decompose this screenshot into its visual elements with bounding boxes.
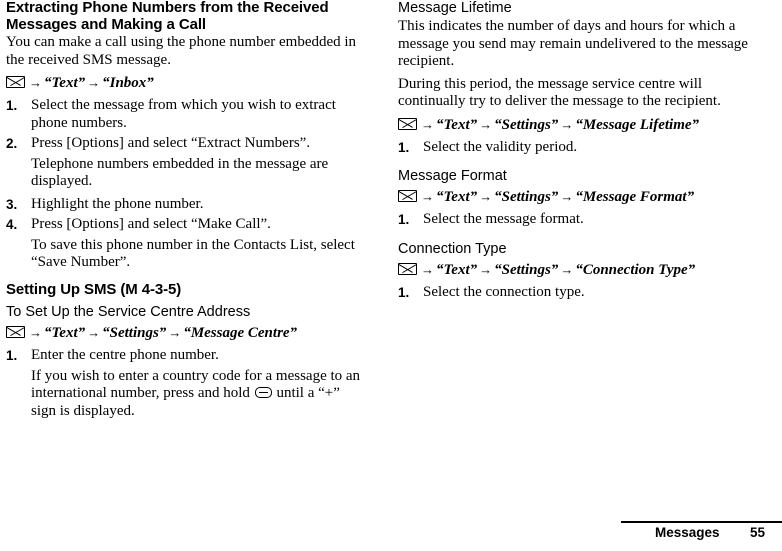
step-number: 1. <box>6 348 18 363</box>
step-number: 2. <box>6 136 18 151</box>
left-subheading-service-centre: To Set Up the Service Centre Address <box>6 304 251 320</box>
nav-path-connection-type: → “Text” → “Settings” → “Connection Type” <box>398 261 760 279</box>
right-heading-message-format: Message Format <box>398 168 507 184</box>
nav-item: “Settings” <box>494 189 559 205</box>
footer-page-number: 55 <box>750 525 766 540</box>
nav-path-inbox: → “Text” → “Inbox” <box>6 74 368 92</box>
nav-path-message-lifetime: → “Text” → “Settings” → “Message Lifetime” <box>398 116 760 134</box>
list-item: 1. Select the message from which you wis… <box>6 97 368 132</box>
step-text: Select the message format. <box>423 211 584 227</box>
nav-item: “Connection Type” <box>575 261 696 278</box>
right-heading-connection-type: Connection Type <box>398 240 507 257</box>
step-text: Select the connection type. <box>423 283 585 300</box>
footer-divider <box>621 521 782 523</box>
left-steps-list-2: 3. Highlight the phone number. 4. Press … <box>6 196 368 234</box>
envelope-icon <box>398 190 417 202</box>
left-steps-list-1: 1. Select the message from which you wis… <box>6 97 368 153</box>
envelope-icon <box>398 262 417 275</box>
list-item: 2. Press [Options] and select “Extract N… <box>6 135 368 153</box>
note-country-code: If you wish to enter a country code for … <box>6 368 368 421</box>
step-number: 1. <box>398 139 410 155</box>
nav-item: “Text” <box>44 75 86 91</box>
right-steps-list-3: 1. Select the connection type. <box>398 284 760 302</box>
left-intro-paragraph: You can make a call using the phone numb… <box>6 34 357 68</box>
envelope-icon <box>6 326 25 338</box>
step-number: 4. <box>6 217 18 232</box>
step-text: Select the validity period. <box>423 138 578 155</box>
nav-item: “Message Lifetime” <box>575 116 700 133</box>
step-text: Enter the centre phone number. <box>31 347 219 363</box>
nav-item: “Text” <box>436 261 478 278</box>
footer-chapter-label: Messages <box>655 525 720 540</box>
manual-page: Extracting Phone Numbers from the Receiv… <box>0 0 782 551</box>
note-save-number: To save this phone number in the Contact… <box>31 236 355 271</box>
envelope-icon <box>6 76 25 88</box>
page-footer: Messages 55 <box>0 521 782 551</box>
envelope-icon <box>398 117 417 130</box>
step-number: 1. <box>398 212 410 227</box>
section2-title: Setting Up SMS <box>6 280 117 298</box>
list-item: 1. Select the connection type. <box>398 284 760 302</box>
list-item: 3. Highlight the phone number. <box>6 196 368 214</box>
nav-item: “Inbox” <box>102 75 154 91</box>
left-section-heading: Extracting Phone Numbers from the Receiv… <box>6 0 329 33</box>
asterisk-key-icon <box>254 387 272 398</box>
step-text: Press [Options] and select “Make Call”. <box>31 216 271 232</box>
right-heading-message-lifetime: Message Lifetime <box>398 0 512 16</box>
nav-path-message-format: → “Text” → “Settings” → “Message Format” <box>398 188 760 206</box>
section2-menu-code: (M 4-3-5) <box>120 280 182 298</box>
nav-path-message-centre: → “Text” → “Settings” → “Message Centre” <box>6 324 368 342</box>
right-steps-list-2: 1. Select the message format. <box>398 211 760 229</box>
step-text: Highlight the phone number. <box>31 195 204 212</box>
nav-item: “Settings” <box>494 261 559 278</box>
note-extract-numbers: Telephone numbers embedded in the messag… <box>31 155 329 190</box>
nav-item: “Message Centre” <box>183 325 298 341</box>
step-number: 1. <box>6 98 18 113</box>
nav-item: “Text” <box>44 325 86 341</box>
left-section2-heading: Setting Up SMS (M 4-3-5) <box>6 280 368 299</box>
nav-item: “Text” <box>436 189 478 205</box>
step-number: 3. <box>6 196 18 212</box>
left-column: Extracting Phone Numbers from the Receiv… <box>6 0 368 425</box>
list-item: 4. Press [Options] and select “Make Call… <box>6 216 368 234</box>
right-steps-list-1: 1. Select the validity period. <box>398 139 760 157</box>
step-text: Press [Options] and select “Extract Numb… <box>31 135 311 151</box>
step-number: 1. <box>398 284 410 300</box>
list-item: 1. Select the message format. <box>398 211 760 229</box>
nav-item: “Text” <box>436 116 478 133</box>
right-paragraph-1: This indicates the number of days and ho… <box>398 18 748 69</box>
right-paragraph-2: During this period, the message service … <box>398 75 721 110</box>
list-item: 1. Select the validity period. <box>398 139 760 157</box>
step-text: Select the message from which you wish t… <box>31 97 336 131</box>
nav-item: “Settings” <box>102 325 167 341</box>
nav-item: “Message Format” <box>575 189 695 205</box>
right-column: Message Lifetime This indicates the numb… <box>398 0 760 304</box>
nav-item: “Settings” <box>494 116 559 133</box>
list-item: 1. Enter the centre phone number. <box>6 347 368 365</box>
left-steps-list-3: 1. Enter the centre phone number. <box>6 347 368 365</box>
